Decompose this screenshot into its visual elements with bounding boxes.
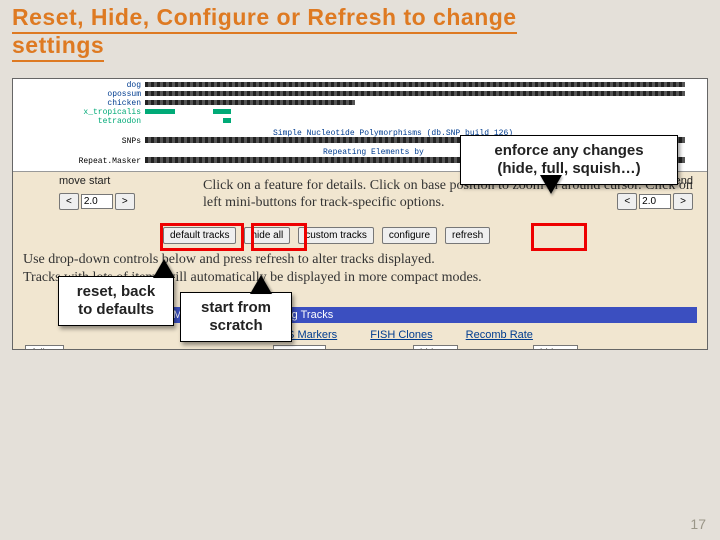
- arrow-down-icon: [541, 176, 561, 194]
- track-label-tetraodon: tetraodon: [13, 117, 141, 126]
- move-start-controls: < >: [59, 193, 135, 210]
- select-hide-2[interactable]: hide: [533, 345, 578, 350]
- track-bar: [145, 109, 175, 114]
- custom-tracks-button[interactable]: custom tracks: [298, 227, 374, 244]
- select-cense[interactable]: cense: [273, 345, 326, 350]
- col-fish-clones[interactable]: FISH Clones: [370, 329, 432, 341]
- track-bar: [145, 100, 355, 105]
- move-end-left-button[interactable]: <: [617, 193, 637, 210]
- page-number: 17: [690, 516, 706, 532]
- move-start-right-button[interactable]: >: [115, 193, 135, 210]
- callout-enforce: enforce any changes (hide, full, squish……: [460, 135, 678, 185]
- snps-row-label: SNPs: [13, 137, 141, 146]
- title-line-2: settings: [12, 32, 104, 58]
- move-end-controls: < >: [617, 193, 693, 210]
- track-bar: [223, 118, 231, 123]
- track-label-dog: dog: [13, 81, 141, 90]
- callout-start: start from scratch: [180, 292, 292, 342]
- arrow-up-icon: [251, 275, 271, 293]
- callout-reset-line1: reset, back: [77, 283, 155, 300]
- callout-start-line1: start from: [201, 299, 271, 316]
- callout-start-line2: scratch: [209, 317, 262, 334]
- callout-reset: reset, back to defaults: [58, 276, 174, 326]
- col-recomb-rate[interactable]: Recomb Rate: [466, 329, 533, 341]
- move-end-right-button[interactable]: >: [673, 193, 693, 210]
- hide-all-button[interactable]: hide all: [244, 227, 290, 244]
- track-label-chicken: chicken: [13, 99, 141, 108]
- callout-enforce-line1: enforce any changes: [494, 142, 643, 159]
- select-full[interactable]: full: [25, 345, 64, 350]
- repeat-row-label: Repeat.Masker: [13, 157, 141, 166]
- slide-title: Reset, Hide, Configure or Refresh to cha…: [12, 4, 708, 59]
- section-columns: STS Markers FISH Clones Recomb Rate: [273, 329, 563, 341]
- move-start-label: move start: [59, 175, 110, 187]
- configure-button[interactable]: configure: [382, 227, 437, 244]
- move-start-group: move start: [59, 175, 114, 187]
- track-label-xtropicalis: x_tropicalis: [13, 108, 141, 117]
- callout-reset-line2: to defaults: [78, 301, 154, 318]
- move-start-input[interactable]: [81, 194, 113, 209]
- move-end-input[interactable]: [639, 194, 671, 209]
- move-start-left-button[interactable]: <: [59, 193, 79, 210]
- track-bar: [145, 82, 685, 87]
- track-label-opossum: opossum: [13, 90, 141, 99]
- repeat-caption: Repeating Elements by: [323, 148, 424, 157]
- arrow-up-icon: [154, 259, 174, 277]
- default-tracks-button[interactable]: default tracks: [163, 227, 236, 244]
- body-paragraph-2: Use drop-down controls below and press r…: [23, 252, 697, 269]
- select-hide-1[interactable]: hide: [413, 345, 458, 350]
- slide: Reset, Hide, Configure or Refresh to cha…: [0, 0, 720, 540]
- button-row: default tracks hide all custom tracks co…: [163, 227, 490, 244]
- refresh-button[interactable]: refresh: [445, 227, 490, 244]
- track-bar: [145, 91, 685, 96]
- track-bar: [213, 109, 231, 114]
- title-line-1: Reset, Hide, Configure or Refresh to cha…: [12, 4, 517, 30]
- callout-enforce-line2: (hide, full, squish…): [497, 160, 640, 177]
